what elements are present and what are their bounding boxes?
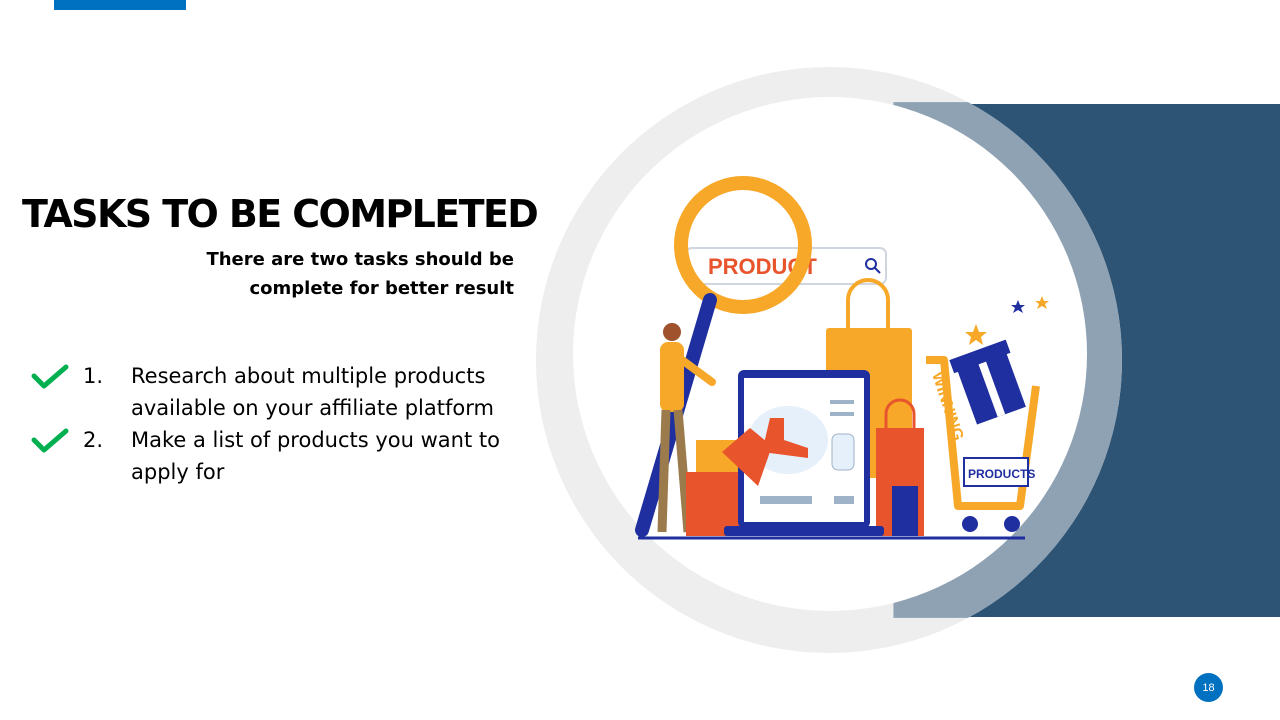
task-number: 1. xyxy=(83,364,104,388)
task-text-line-1: Research about multiple products xyxy=(131,364,486,388)
cart-label: PRODUCTS xyxy=(968,467,1035,481)
subtitle-line-2: complete for better result xyxy=(249,278,514,299)
slide-title: TASKS TO BE COMPLETED xyxy=(22,192,539,236)
task-text-line-1: Make a list of products you want to xyxy=(131,428,500,452)
gift-icon xyxy=(949,339,1026,425)
star-icon xyxy=(965,296,1049,345)
task-text: Make a list of products you want to appl… xyxy=(131,424,531,488)
check-icon xyxy=(31,364,69,389)
task-item-1: 1. Research about multiple products avai… xyxy=(30,360,530,424)
cart-banner: WINNING xyxy=(928,370,966,443)
check-icon xyxy=(31,428,69,453)
subtitle-line-1: There are two tasks should be xyxy=(206,249,514,270)
task-text-line-2: available on your affiliate platform xyxy=(131,396,494,420)
task-number: 2. xyxy=(83,428,104,452)
box xyxy=(892,486,918,536)
task-text: Research about multiple products availab… xyxy=(131,360,531,424)
shopping-illustration: PRODUCT WINNING PRODUCTS xyxy=(635,176,1049,540)
task-text-line-2: apply for xyxy=(131,460,225,484)
slide-subtitle: There are two tasks should be complete f… xyxy=(150,245,514,303)
search-bar: PRODUCT xyxy=(685,247,887,285)
page-number-badge: 18 xyxy=(1194,673,1223,702)
task-item-2: 2. Make a list of products you want to a… xyxy=(30,424,530,488)
top-accent-bar xyxy=(54,0,186,10)
